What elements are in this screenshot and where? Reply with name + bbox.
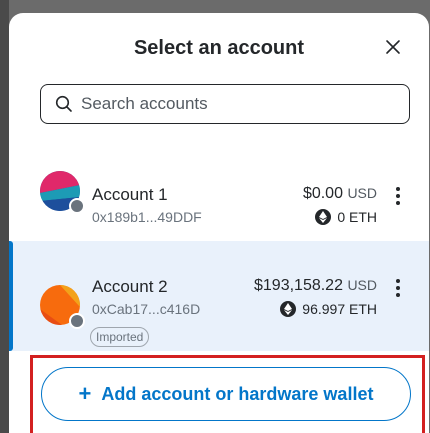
close-icon xyxy=(386,40,400,54)
account-eth-balance: 0 ETH xyxy=(315,209,377,225)
account-eth-balance: 96.997 ETH xyxy=(280,301,377,317)
eth-value: 96.997 ETH xyxy=(302,301,377,317)
search-input[interactable] xyxy=(81,94,381,114)
backdrop xyxy=(0,0,9,433)
fiat-currency: USD xyxy=(347,277,377,293)
modal-title: Select an account xyxy=(133,37,305,59)
fiat-value: $0.00 xyxy=(302,185,343,202)
eth-value: 0 ETH xyxy=(337,209,377,225)
close-button[interactable] xyxy=(379,33,407,61)
account-name: Account 1 xyxy=(92,185,168,204)
fiat-value: $193,158.22 xyxy=(254,277,343,294)
more-vertical-icon xyxy=(396,279,400,283)
fiat-currency: USD xyxy=(347,185,377,201)
account-fiat-balance: $193,158.22 USD xyxy=(254,277,377,295)
network-icon xyxy=(69,198,85,214)
more-vertical-icon xyxy=(396,187,400,191)
account-row-2[interactable]: Account 2 0xCab17...c416D Imported $193,… xyxy=(9,241,429,351)
add-account-button[interactable]: + Add account or hardware wallet xyxy=(41,367,411,421)
account-options-button[interactable] xyxy=(389,185,407,207)
add-account-label: Add account or hardware wallet xyxy=(101,383,374,404)
search-icon xyxy=(55,95,72,112)
network-icon xyxy=(69,313,85,329)
selected-indicator xyxy=(9,241,13,351)
search-box[interactable] xyxy=(40,84,410,124)
account-selector-modal: Select an account Account 1 0x189b1...49… xyxy=(9,13,429,433)
account-options-button[interactable] xyxy=(389,277,407,299)
account-fiat-balance: $0.00 USD xyxy=(303,185,377,203)
account-address: 0xCab17...c416D xyxy=(92,301,201,317)
eth-icon xyxy=(315,209,332,225)
account-address: 0x189b1...49DDF xyxy=(92,209,202,225)
eth-icon xyxy=(280,301,297,317)
modal-header: Select an account xyxy=(9,13,429,83)
account-name: Account 2 xyxy=(92,277,168,296)
imported-badge: Imported xyxy=(90,327,150,347)
account-row-1[interactable]: Account 1 0x189b1...49DDF $0.00 USD 0 ET… xyxy=(9,151,429,231)
plus-icon: + xyxy=(78,381,92,406)
